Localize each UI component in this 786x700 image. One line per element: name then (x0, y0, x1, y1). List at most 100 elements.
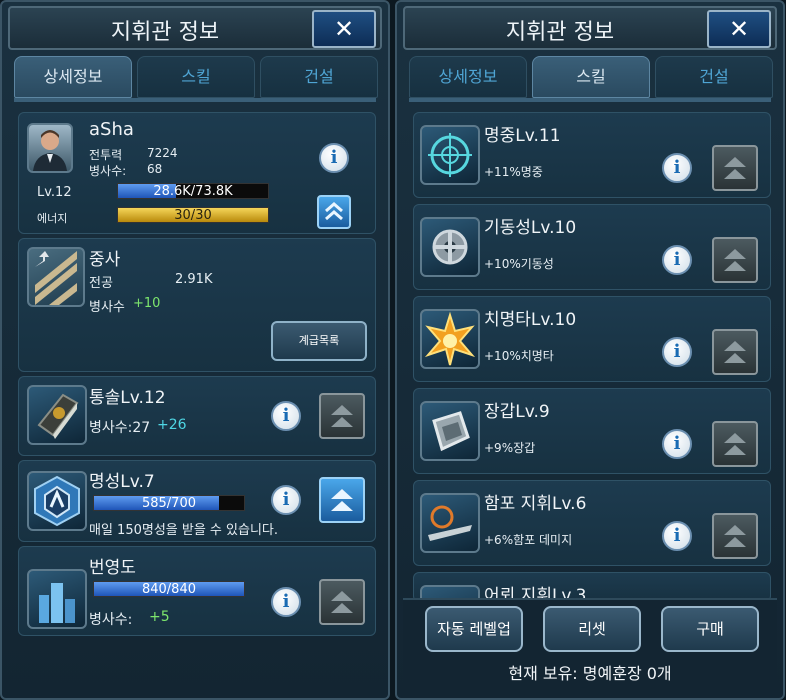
fame-emblem-icon (34, 475, 80, 527)
armor-plate-icon (432, 411, 470, 452)
fame-note: 매일 150명성을 받을 수 있습니다. (89, 523, 278, 538)
skill-upgrade-button[interactable] (712, 145, 758, 191)
exp-bar: 28.6K/73.8K (117, 183, 269, 199)
info-icon[interactable]: i (662, 521, 692, 551)
skill-upgrade-button[interactable] (712, 421, 758, 467)
fame-icon-box (27, 471, 87, 531)
skill-icon-box (420, 309, 480, 369)
commander-info-panel-skills: 지휘관 정보 ✕ 상세정보 스킬 건설 명중Lv.11 +11%명중 i 기동성… (395, 0, 785, 700)
profile-card: aSha 전투력 7224 병사수: 68 i Lv.12 28.6K/73.8… (18, 112, 376, 234)
sergeant-chevron-icon (35, 251, 77, 305)
tab-skills[interactable]: 스킬 (532, 56, 650, 98)
power-value: 7224 (147, 146, 178, 160)
skill-icon-box (420, 217, 480, 277)
merit-value: 2.91K (175, 272, 213, 287)
explosion-icon (424, 311, 476, 366)
leadership-card: 통솔Lv.12 병사수:27 +26 i (18, 376, 376, 456)
level-up-button[interactable] (317, 195, 351, 229)
prosperity-card: 번영도 840/840 병사수: +5 i (18, 546, 376, 636)
skill-upgrade-button[interactable] (712, 329, 758, 375)
info-icon[interactable]: i (271, 401, 301, 431)
tab-bar: 상세정보 스킬 건설 (14, 56, 378, 98)
gear-icon (432, 229, 468, 265)
rank-troops-label: 병사수 (89, 300, 125, 315)
crosshair-icon (428, 133, 472, 177)
rank-list-button[interactable]: 계급목록 (271, 321, 367, 361)
title-bar: 지휘관 정보 ✕ (8, 6, 382, 50)
fame-bar: 585/700 (93, 495, 245, 511)
tab-construction[interactable]: 건설 (260, 56, 378, 98)
tab-details[interactable]: 상세정보 (14, 56, 132, 98)
double-chevron-up-icon (724, 433, 746, 455)
prosperity-troops: 병사수: (89, 612, 133, 628)
energy-text: 30/30 (174, 208, 212, 223)
skill-name: 명중Lv.11 (484, 126, 561, 146)
close-button[interactable]: ✕ (707, 10, 771, 48)
upgrade-button[interactable] (319, 393, 365, 439)
tab-divider (14, 98, 376, 102)
info-icon[interactable]: i (271, 485, 301, 515)
info-icon[interactable]: i (662, 153, 692, 183)
double-chevron-up-icon (325, 202, 343, 221)
double-chevron-up-icon (331, 591, 353, 613)
skill-card: 함포 지휘Lv.6 +6%함포 데미지 i (413, 480, 771, 566)
tab-details[interactable]: 상세정보 (409, 56, 527, 98)
upgrade-button[interactable] (319, 579, 365, 625)
skill-effect: +6%함포 데미지 (484, 533, 573, 547)
city-buildings-icon (39, 583, 75, 623)
prosperity-icon-box (27, 569, 87, 629)
skill-icon-box (420, 125, 480, 185)
leadership-bonus: +26 (157, 417, 187, 433)
skill-card: 치명타Lv.10 +10%치명타 i (413, 296, 771, 382)
skill-name: 기동성Lv.10 (484, 218, 577, 238)
exp-text: 28.6K/73.8K (153, 184, 233, 199)
tab-construction[interactable]: 건설 (655, 56, 773, 98)
skill-icon-box (420, 493, 480, 553)
rank-insignia (27, 247, 85, 307)
skill-upgrade-button[interactable] (712, 237, 758, 283)
info-icon[interactable]: i (662, 245, 692, 275)
skill-card: 명중Lv.11 +11%명중 i (413, 112, 771, 198)
reset-button[interactable]: 리셋 (543, 606, 641, 652)
panel-title: 지휘관 정보 (505, 20, 615, 45)
double-chevron-up-icon (724, 249, 746, 271)
skill-name: 함포 지휘Lv.6 (484, 494, 587, 514)
double-chevron-up-icon (331, 405, 353, 427)
close-button[interactable]: ✕ (312, 10, 376, 48)
rank-card: 중사 전공 2.91K 병사수 +10 계급목록 (18, 238, 376, 372)
double-chevron-up-icon (724, 157, 746, 179)
info-icon[interactable]: i (271, 587, 301, 617)
power-label: 전투력 (89, 148, 123, 162)
skill-upgrade-button[interactable] (712, 513, 758, 559)
panel-title: 지휘관 정보 (110, 20, 220, 45)
troops-label: 병사수: (89, 164, 127, 178)
buy-button[interactable]: 구매 (661, 606, 759, 652)
fame-text: 585/700 (141, 496, 196, 511)
skill-effect: +11%명중 (484, 165, 543, 179)
skill-effect: +10%기동성 (484, 257, 554, 271)
rank-troops-bonus: +10 (133, 296, 161, 311)
tab-skills[interactable]: 스킬 (137, 56, 255, 98)
commander-name: aSha (89, 119, 134, 140)
upgrade-button-active[interactable] (319, 477, 365, 523)
rank-name: 중사 (89, 250, 121, 270)
auto-level-up-button[interactable]: 자동 레벨업 (425, 606, 523, 652)
leadership-icon-box (27, 385, 87, 445)
book-icon (37, 393, 79, 439)
double-chevron-up-icon (331, 489, 353, 511)
info-icon[interactable]: i (319, 143, 349, 173)
info-icon[interactable]: i (662, 337, 692, 367)
skill-card: 기동성Lv.10 +10%기동성 i (413, 204, 771, 290)
bottom-bar: 자동 레벨업 리셋 구매 현재 보유: 명예훈장 0개 (403, 598, 777, 694)
tab-divider (409, 98, 771, 102)
fame-name: 명성Lv.7 (89, 472, 155, 492)
level-label: Lv.12 (37, 185, 72, 200)
skill-name: 장갑Lv.9 (484, 402, 550, 422)
prosperity-text: 840/840 (141, 582, 196, 597)
medal-holding-text: 현재 보유: 명예훈장 0개 (508, 664, 672, 683)
avatar[interactable] (27, 123, 73, 173)
double-chevron-up-icon (724, 525, 746, 547)
tab-bar: 상세정보 스킬 건설 (409, 56, 773, 98)
info-icon[interactable]: i (662, 429, 692, 459)
prosperity-bonus: +5 (149, 609, 170, 625)
